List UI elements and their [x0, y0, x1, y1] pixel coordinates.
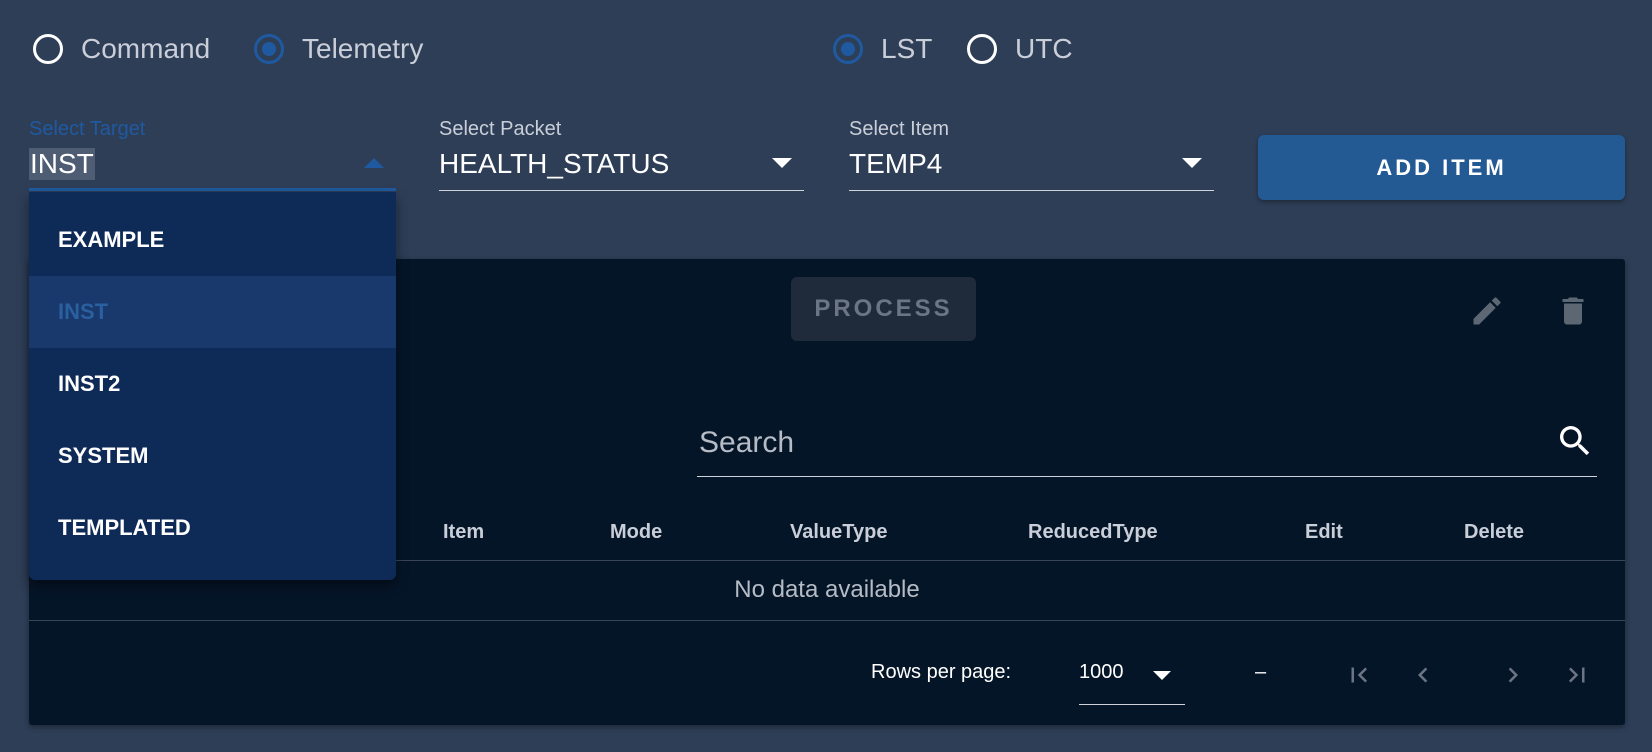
radio-lst-label: LST	[881, 33, 933, 64]
menu-item-inst[interactable]: INST	[29, 276, 396, 348]
select-item-value[interactable]: TEMP4	[849, 148, 942, 180]
chevron-left-icon	[1418, 667, 1428, 683]
chevron-right-icon	[1508, 667, 1518, 683]
rows-per-page-value[interactable]: 1000	[1079, 661, 1124, 684]
previous-page-button[interactable]	[1405, 657, 1441, 693]
radio-command-ring[interactable]	[33, 34, 63, 64]
column-header-valuetype[interactable]: ValueType	[790, 521, 887, 544]
radio-lst-ring[interactable]	[833, 34, 863, 64]
pencil-icon	[1473, 297, 1501, 325]
column-header-reducedtype[interactable]: ReducedType	[1028, 521, 1158, 544]
empty-table-message: No data available	[734, 576, 920, 603]
select-packet[interactable]: Select Packet HEALTH_STATUS	[439, 118, 804, 192]
select-packet-value[interactable]: HEALTH_STATUS	[439, 148, 669, 180]
radio-lst[interactable]: LST	[833, 33, 932, 65]
select-target-underline	[29, 188, 396, 191]
select-target-value[interactable]: INST	[29, 148, 95, 180]
column-header-item[interactable]: Item	[443, 521, 484, 544]
radio-telemetry-label: Telemetry	[302, 33, 424, 64]
search-field[interactable]	[697, 409, 1597, 477]
column-header-mode[interactable]: Mode	[610, 521, 662, 544]
select-item[interactable]: Select Item TEMP4	[849, 118, 1214, 192]
select-packet-label: Select Packet	[439, 118, 562, 140]
last-page-button[interactable]	[1559, 657, 1595, 693]
menu-item-inst2[interactable]: INST2	[29, 348, 396, 420]
chevron-down-icon[interactable]	[1182, 158, 1202, 168]
radio-telemetry-ring[interactable]	[254, 34, 284, 64]
radio-utc[interactable]: UTC	[967, 33, 1073, 65]
add-item-button[interactable]: ADD ITEM	[1258, 135, 1625, 200]
rows-per-page-select[interactable]: 1000	[1079, 649, 1185, 705]
radio-utc-ring[interactable]	[967, 34, 997, 64]
first-page-button[interactable]	[1341, 657, 1377, 693]
column-header-edit: Edit	[1305, 521, 1343, 543]
chevron-down-icon[interactable]	[1153, 671, 1171, 680]
menu-item-system[interactable]: SYSTEM	[29, 420, 396, 492]
search-icon[interactable]	[1555, 421, 1595, 461]
table-footer-divider	[29, 620, 1625, 621]
select-target[interactable]: Select Target INST	[29, 118, 396, 192]
radio-command-label: Command	[81, 33, 211, 64]
chevron-up-icon[interactable]	[364, 158, 384, 168]
search-input[interactable]	[697, 409, 1521, 477]
rows-per-page-label: Rows per page:	[871, 661, 1012, 683]
trash-icon	[1562, 297, 1584, 325]
select-packet-underline	[439, 190, 804, 191]
last-page-icon	[1568, 667, 1585, 683]
radio-telemetry[interactable]: Telemetry	[254, 33, 423, 65]
menu-item-example[interactable]: EXAMPLE	[29, 204, 396, 276]
select-item-underline	[849, 190, 1214, 191]
radio-command[interactable]: Command	[33, 33, 210, 65]
edit-all-button[interactable]	[1465, 289, 1509, 333]
target-dropdown-menu: EXAMPLE INST INST2 SYSTEM TEMPLATED	[29, 192, 396, 580]
first-page-icon	[1351, 667, 1368, 683]
radio-utc-label: UTC	[1015, 33, 1073, 64]
next-page-button[interactable]	[1495, 657, 1531, 693]
page-range-text: –	[1255, 661, 1267, 683]
select-target-label: Select Target	[29, 118, 146, 140]
process-button: PROCESS	[791, 277, 976, 341]
select-item-label: Select Item	[849, 118, 950, 140]
chevron-down-icon[interactable]	[772, 158, 792, 168]
menu-item-templated[interactable]: TEMPLATED	[29, 492, 396, 564]
column-header-delete: Delete	[1464, 521, 1525, 543]
search-underline	[697, 476, 1597, 477]
delete-all-button[interactable]	[1551, 289, 1595, 333]
rows-per-page-underline	[1079, 704, 1185, 705]
